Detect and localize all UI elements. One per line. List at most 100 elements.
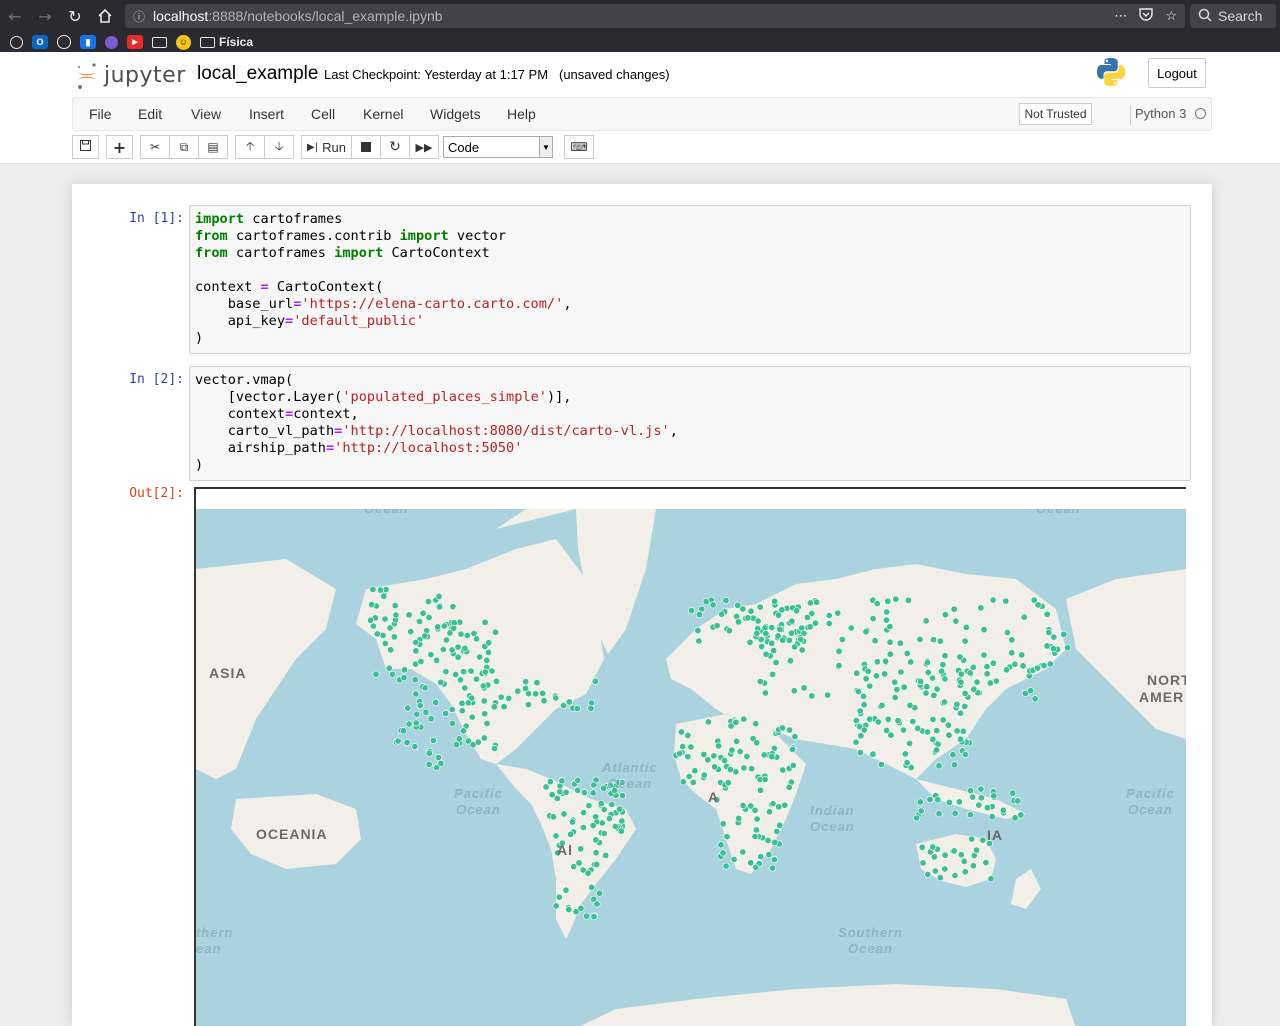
info-icon[interactable]: ⓘ	[125, 8, 153, 25]
cell-type-select[interactable]: Code ▼	[443, 136, 553, 158]
place-point	[765, 808, 773, 816]
world-map[interactable]	[196, 509, 1186, 1026]
bookmark-lock-icon[interactable]	[10, 35, 23, 49]
place-point	[909, 718, 917, 726]
map-view[interactable]: Ocean Ocean Pacific Ocean Atlantic Ocean…	[196, 509, 1186, 1026]
not-trusted-button[interactable]: Not Trusted	[1019, 103, 1092, 125]
restart-button[interactable]: ↻	[380, 135, 410, 159]
place-point	[684, 753, 692, 761]
code-cell-1[interactable]: import cartoframes from cartoframes.contr…	[189, 205, 1191, 354]
place-point	[385, 664, 393, 672]
reload-icon[interactable]: ↻	[60, 0, 90, 32]
bookmark-star-icon[interactable]: ☆	[1165, 9, 1177, 24]
place-point	[476, 653, 484, 661]
move-up-button[interactable]: 🡡	[235, 135, 265, 159]
continent-label-asia: ASIA	[209, 665, 247, 681]
place-point	[1011, 660, 1019, 668]
place-point	[989, 659, 997, 667]
bookmark-folder-fisica[interactable]: Física	[200, 35, 253, 49]
pocket-icon[interactable]	[1139, 7, 1154, 25]
place-point	[440, 622, 448, 630]
copy-button[interactable]: ⧉	[169, 135, 199, 159]
kernel-name[interactable]: Python 3	[1135, 106, 1186, 121]
place-point	[434, 623, 442, 631]
place-point	[429, 737, 437, 745]
logout-button[interactable]: Logout	[1148, 58, 1206, 88]
code-token: )	[195, 457, 204, 473]
address-bar[interactable]: ⓘ localhost:8888/notebooks/local_example…	[125, 4, 1185, 28]
notebook-title[interactable]: local_example	[197, 63, 318, 85]
cut-button[interactable]: ✂	[140, 135, 170, 159]
command-palette-button[interactable]: ⌨	[564, 135, 594, 159]
page-actions-icon[interactable]: ⋯	[1114, 9, 1127, 24]
bookmark-github-icon[interactable]	[57, 35, 71, 49]
interrupt-button[interactable]	[351, 135, 381, 159]
place-point	[953, 700, 961, 708]
place-point	[933, 746, 941, 754]
code-cell-2[interactable]: vector.vmap( [vector.Layer('populated_pl…	[189, 366, 1191, 481]
back-icon[interactable]: ←	[0, 0, 30, 32]
place-point	[403, 739, 411, 747]
place-point	[386, 624, 394, 632]
place-point	[736, 748, 744, 756]
menu-help[interactable]: Help	[507, 106, 536, 122]
paste-icon: ▤	[207, 140, 219, 154]
place-point	[590, 913, 598, 921]
output-area: Ocean Ocean Pacific Ocean Atlantic Ocean…	[194, 487, 1186, 1026]
place-point	[930, 636, 938, 644]
place-point	[797, 636, 805, 644]
menu-cell[interactable]: Cell	[311, 106, 335, 122]
place-point	[886, 638, 894, 646]
place-point	[907, 658, 915, 666]
bookmark-folder-label: Física	[219, 35, 254, 49]
home-icon[interactable]	[90, 0, 120, 32]
place-point	[367, 616, 375, 624]
bookmark-face-icon[interactable]: ☺	[176, 34, 191, 50]
move-down-button[interactable]: 🡣	[264, 135, 294, 159]
menu-view[interactable]: View	[191, 106, 221, 122]
place-point	[747, 607, 755, 615]
place-point	[992, 677, 1000, 685]
place-point	[929, 843, 937, 851]
run-button[interactable]: ▶​| Run	[301, 135, 352, 159]
place-point	[768, 753, 776, 761]
code-token: from	[195, 245, 228, 261]
place-point	[725, 627, 733, 635]
place-point	[983, 670, 991, 678]
place-point	[931, 867, 939, 875]
bookmark-folder-icon[interactable]	[152, 36, 167, 48]
place-point	[555, 893, 563, 901]
restart-run-all-button[interactable]: ▶▶	[409, 135, 439, 159]
bookmark-app-icon[interactable]	[105, 35, 118, 49]
place-point	[770, 856, 778, 864]
place-point	[456, 676, 464, 684]
bookmark-youtube-icon[interactable]: ▶	[127, 35, 143, 49]
code-line: api_key='default_public'	[195, 313, 1185, 330]
place-point	[432, 698, 440, 706]
place-point	[973, 678, 981, 686]
bookmark-trello-icon[interactable]: ▮	[80, 35, 96, 49]
forward-icon[interactable]: →	[30, 0, 60, 32]
search-box[interactable]: Search	[1190, 4, 1276, 28]
save-button[interactable]	[72, 135, 99, 159]
place-point	[421, 632, 429, 640]
insert-cell-button[interactable]: +	[106, 135, 133, 159]
place-point	[1060, 630, 1068, 638]
menu-file[interactable]: File	[89, 106, 112, 122]
continent-label-south-america: Al	[557, 842, 573, 858]
bookmark-outlook-icon[interactable]: O	[32, 35, 48, 49]
place-point	[813, 598, 821, 606]
menu-kernel[interactable]: Kernel	[363, 106, 403, 122]
continent-label-australia: IA	[987, 827, 1003, 843]
place-point	[437, 759, 445, 767]
menu-widgets[interactable]: Widgets	[430, 106, 481, 122]
menu-edit[interactable]: Edit	[138, 106, 162, 122]
jupyter-logo[interactable]: jupyter	[76, 60, 186, 90]
code-token: from	[195, 228, 228, 244]
paste-button[interactable]: ▤	[198, 135, 228, 159]
place-point	[717, 841, 725, 849]
menu-insert[interactable]: Insert	[249, 106, 284, 122]
place-point	[936, 637, 944, 645]
jupyter-logo-icon	[76, 62, 98, 89]
place-point	[492, 677, 500, 685]
